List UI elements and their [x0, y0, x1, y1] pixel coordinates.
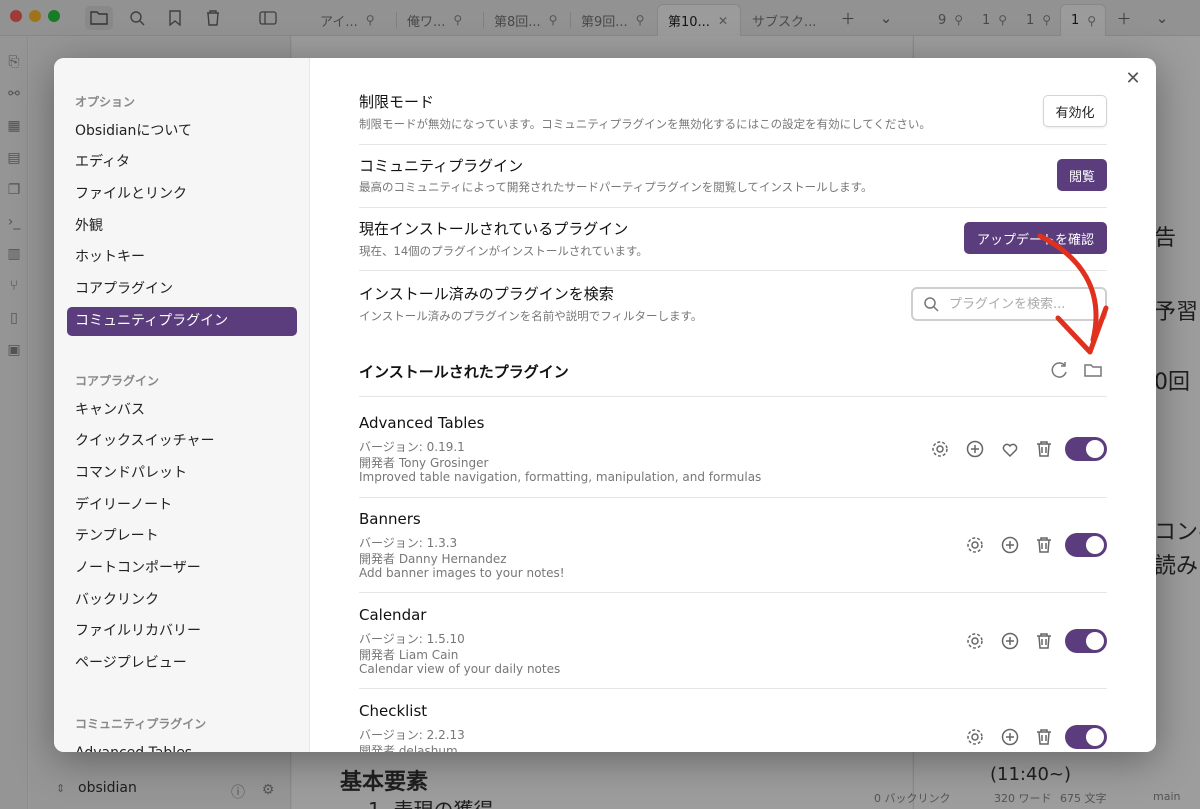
sidebar-item-advanced-tables[interactable]: Advanced Tables	[67, 739, 297, 752]
folder-icon[interactable]	[1083, 360, 1103, 380]
search-plugins-desc: インストール済みのプラグインを名前や説明でフィルターします。	[359, 309, 703, 323]
sidebar-item-appearance[interactable]: 外観	[67, 212, 297, 241]
plugin-version: バージョン: 2.2.13	[359, 728, 465, 742]
enable-restricted-button[interactable]: 有効化	[1043, 95, 1107, 127]
plugin-search-input[interactable]	[949, 296, 1089, 312]
plugin-author: 開発者 delashum	[359, 744, 458, 752]
settings-sidebar: オプション Obsidianについて エディタ ファイルとリンク 外観 ホットキ…	[54, 58, 310, 752]
community-plugins-desc: 最高のコミュニティによって開発されたサードパーティプラグインを閲覧してインストー…	[359, 180, 873, 194]
sidebar-item-editor[interactable]: エディタ	[67, 148, 297, 177]
sidebar-item-hotkeys[interactable]: ホットキー	[67, 243, 297, 272]
plugin-author: 開発者 Danny Hernandez	[359, 552, 507, 566]
plugin-enable-toggle[interactable]	[1065, 725, 1107, 749]
trash-icon[interactable]	[1034, 631, 1054, 651]
heart-icon[interactable]	[1000, 439, 1020, 459]
check-updates-button[interactable]: アップデートを確認	[964, 222, 1107, 254]
sidebar-item-templates[interactable]: テンプレート	[67, 522, 297, 551]
plugin-name: Advanced Tables	[359, 414, 485, 432]
plugin-author: 開発者 Tony Grosinger	[359, 456, 489, 470]
trash-icon[interactable]	[1034, 439, 1054, 459]
sidebar-item-backlinks[interactable]: バックリンク	[67, 586, 297, 615]
settings-content: 制限モード 制限モードが無効になっています。コミュニティプラグインを無効化するに…	[310, 58, 1156, 752]
sidebar-header-community: コミュニティプラグイン	[75, 717, 207, 731]
sidebar-item-community-plugins[interactable]: コミュニティプラグイン	[67, 307, 297, 336]
reload-icon[interactable]	[1049, 360, 1069, 380]
gear-icon[interactable]	[930, 439, 950, 459]
sidebar-item-page-preview[interactable]: ページプレビュー	[67, 649, 297, 678]
sidebar-item-quick-switcher[interactable]: クイックスイッチャー	[67, 427, 297, 456]
sidebar-item-about[interactable]: Obsidianについて	[67, 117, 297, 146]
plugin-enable-toggle[interactable]	[1065, 533, 1107, 557]
plus-circle-icon[interactable]	[1000, 631, 1020, 651]
browse-button[interactable]: 閲覧	[1057, 159, 1107, 191]
search-icon	[924, 297, 939, 312]
installed-plugins-title: 現在インストールされているプラグイン	[359, 220, 629, 238]
settings-modal: オプション Obsidianについて エディタ ファイルとリンク 外観 ホットキ…	[54, 58, 1156, 752]
sidebar-item-file-recovery[interactable]: ファイルリカバリー	[67, 617, 297, 646]
community-plugins-title: コミュニティプラグイン	[359, 157, 524, 175]
plugin-name: Banners	[359, 510, 421, 528]
plugin-enable-toggle[interactable]	[1065, 437, 1107, 461]
plugin-name: Checklist	[359, 702, 428, 720]
sidebar-header-options: オプション	[75, 95, 136, 109]
restricted-mode-title: 制限モード	[359, 93, 435, 111]
sidebar-item-canvas[interactable]: キャンバス	[67, 396, 297, 425]
plugin-search-box[interactable]	[911, 287, 1107, 321]
installed-plugins-desc: 現在、14個のプラグインがインストールされています。	[359, 244, 648, 258]
sidebar-item-daily-notes[interactable]: デイリーノート	[67, 491, 297, 520]
plugin-version: バージョン: 1.3.3	[359, 536, 458, 550]
gear-icon[interactable]	[965, 535, 985, 555]
plugin-desc: Calendar view of your daily notes	[359, 662, 561, 676]
sidebar-item-files-links[interactable]: ファイルとリンク	[67, 180, 297, 209]
gear-icon[interactable]	[965, 631, 985, 651]
sidebar-item-note-composer[interactable]: ノートコンポーザー	[67, 554, 297, 583]
plus-circle-icon[interactable]	[1000, 535, 1020, 555]
plugin-name: Calendar	[359, 606, 427, 624]
plugin-author: 開発者 Liam Cain	[359, 648, 459, 662]
sidebar-item-command-palette[interactable]: コマンドパレット	[67, 459, 297, 488]
installed-plugins-header: インストールされたプラグイン	[359, 363, 569, 381]
plugin-desc: Add banner images to your notes!	[359, 566, 565, 580]
plus-circle-icon[interactable]	[1000, 727, 1020, 747]
sidebar-header-core: コアプラグイン	[75, 374, 160, 388]
plus-circle-icon[interactable]	[965, 439, 985, 459]
trash-icon[interactable]	[1034, 535, 1054, 555]
search-plugins-title: インストール済みのプラグインを検索	[359, 285, 614, 303]
plugin-enable-toggle[interactable]	[1065, 629, 1107, 653]
gear-icon[interactable]	[965, 727, 985, 747]
restricted-mode-desc: 制限モードが無効になっています。コミュニティプラグインを無効化するにはこの設定を…	[359, 117, 931, 131]
trash-icon[interactable]	[1034, 727, 1054, 747]
plugin-version: バージョン: 1.5.10	[359, 632, 465, 646]
plugin-version: バージョン: 0.19.1	[359, 440, 465, 454]
sidebar-item-core-plugins[interactable]: コアプラグイン	[67, 275, 297, 304]
plugin-desc: Improved table navigation, formatting, m…	[359, 470, 762, 484]
